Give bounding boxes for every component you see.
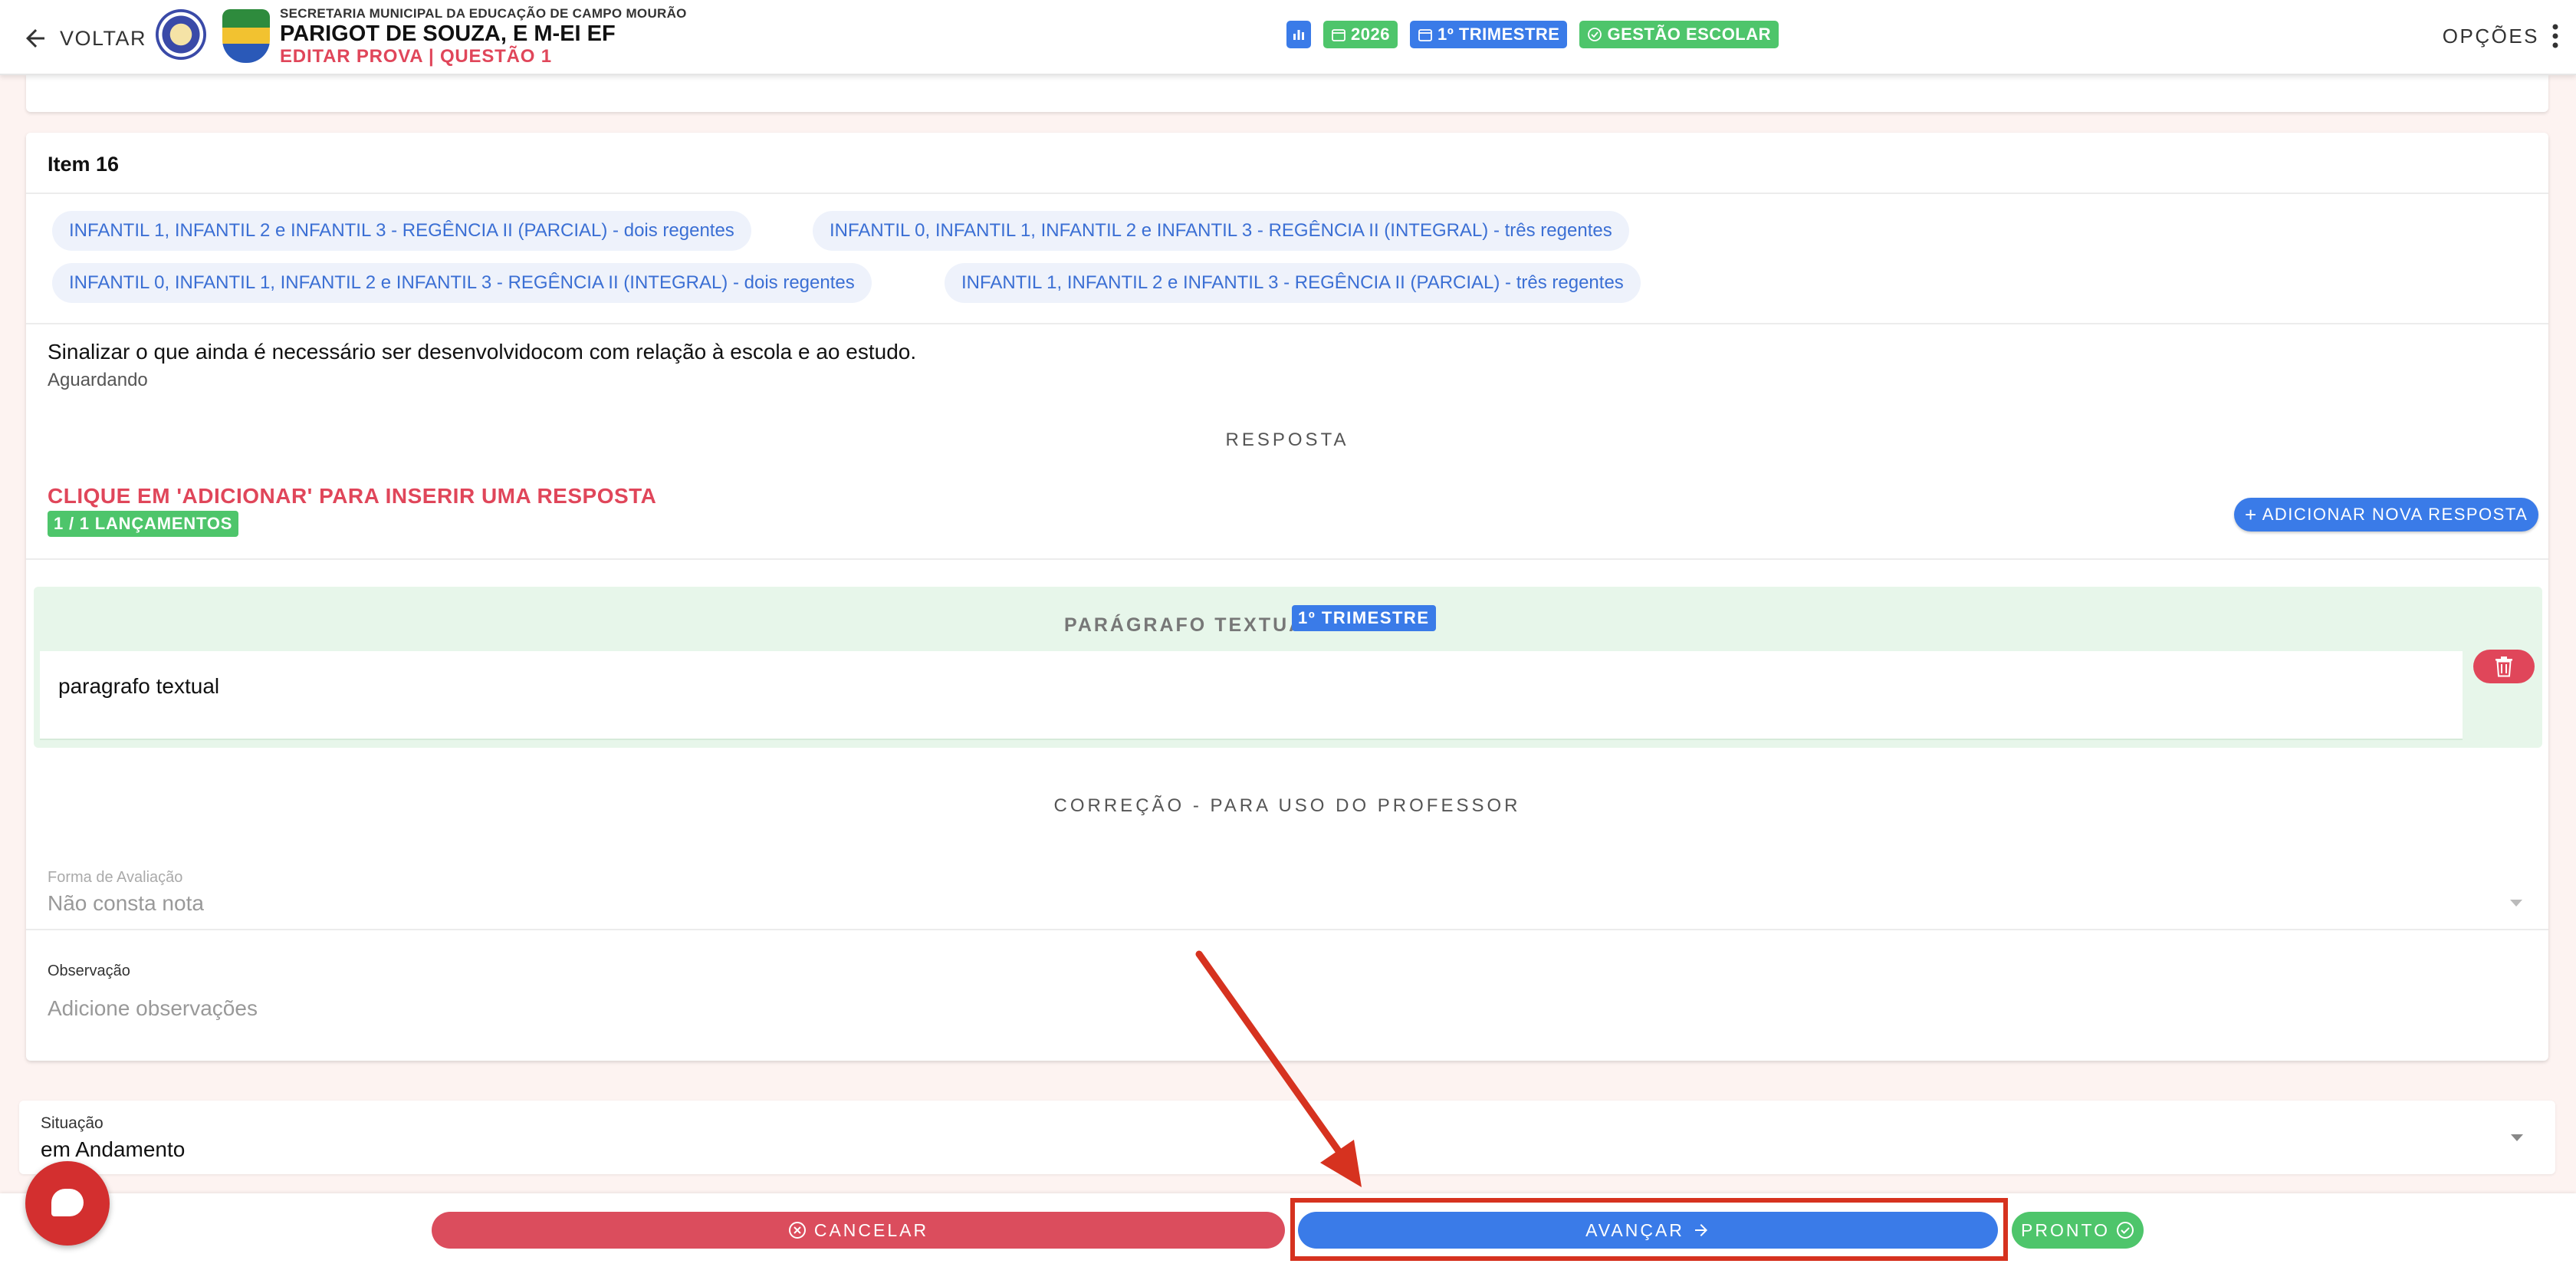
page-subtitle: EDITAR PROVA | QUESTÃO 1 [280,46,552,67]
chevron-down-icon [2510,900,2522,907]
check-circle-icon [2116,1222,2134,1239]
response-heading: RESPOSTA [1225,429,1349,450]
back-label: VOLTAR [60,26,147,50]
options-menu-button[interactable]: OPÇÕES [2443,23,2559,49]
answer-text-field[interactable]: paragrafo textual [40,651,2463,740]
observation-input[interactable]: Adicione observações [48,996,258,1021]
item-card: Item 16 INFANTIL 1, INFANTIL 2 e INFANTI… [26,133,2548,1061]
top-app-bar: VOLTAR SECRETARIA MUNICIPAL DA EDUCAÇÃO … [0,0,2576,75]
options-label: OPÇÕES [2442,24,2539,48]
delete-answer-button[interactable] [2473,650,2535,683]
bottom-action-bar [0,1193,2576,1267]
header-chips: 2026 1º TRIMESTRE GESTÃO ESCOLAR [1286,21,1779,48]
divider [26,558,2548,560]
cancel-label: CANCELAR [813,1219,929,1240]
add-response-label: ADICIONAR NOVA RESPOSTA [2262,505,2528,524]
arrow-left-icon [26,29,44,48]
back-button[interactable]: VOLTAR [21,23,146,54]
situation-value: em Andamento [41,1137,186,1161]
divider [26,323,2548,324]
tag-chip: INFANTIL 1, INFANTIL 2 e INFANTIL 3 - RE… [945,263,1641,303]
year-chip[interactable]: 2026 [1323,21,1398,48]
divider [26,193,2548,194]
answer-text: paragrafo textual [58,674,220,698]
calendar-icon [1332,29,1346,41]
next-label: AVANÇAR [1585,1219,1684,1240]
answer-block: PARÁGRAFO TEXTUAL: 1º TRIMESTRE paragraf… [34,587,2542,748]
previous-card-stub [26,75,2548,112]
secretaria-logo [156,9,206,60]
evaluation-value: Não consta nota [48,891,204,915]
situation-select[interactable]: Situação em Andamento [19,1101,2555,1174]
tag-chip: INFANTIL 0, INFANTIL 1, INFANTIL 2 e INF… [52,263,872,303]
cancel-button[interactable]: CANCELAR [432,1212,1285,1249]
plus-icon: + [2245,503,2258,526]
chevron-down-icon [2511,1134,2523,1141]
gestao-label: GESTÃO ESCOLAR [1607,25,1772,44]
calendar-icon [1418,29,1432,41]
item-title: Item 16 [48,153,120,176]
bar-chart-icon [1293,30,1304,40]
year-label: 2026 [1351,25,1390,44]
add-response-warning: CLIQUE EM 'ADICIONAR' PARA INSERIR UMA R… [48,484,657,508]
divider [26,929,2548,930]
trash-icon [2496,657,2512,677]
school-name: PARIGOT DE SOUZA, E M-EI EF [280,21,616,46]
answer-type-label: PARÁGRAFO TEXTUAL: [1064,614,1328,636]
observation-label: Observação [48,963,130,979]
cancel-circle-icon [788,1222,806,1239]
item-status: Aguardando [48,370,148,390]
chat-button[interactable] [25,1161,110,1246]
next-button[interactable]: AVANÇAR [1298,1212,1998,1249]
term-chip[interactable]: 1º TRIMESTRE [1409,21,1568,48]
arrow-right-icon [1694,1224,1707,1236]
ready-label: PRONTO [2021,1219,2110,1240]
ready-button[interactable]: PRONTO [2012,1212,2144,1249]
answer-term-badge: 1º TRIMESTRE [1292,605,1436,631]
evaluation-label: Forma de Avaliação [48,869,183,886]
more-vert-icon [2552,24,2558,48]
add-response-button[interactable]: + ADICIONAR NOVA RESPOSTA [2234,498,2539,531]
tag-chip: INFANTIL 0, INFANTIL 1, INFANTIL 2 e INF… [813,211,1629,251]
correction-heading: CORREÇÃO - PARA USO DO PROFESSOR [1053,795,1521,816]
gestao-chip[interactable]: GESTÃO ESCOLAR [1579,21,1779,48]
secretaria-name: SECRETARIA MUNICIPAL DA EDUCAÇÃO DE CAMP… [280,6,687,21]
question-text: Sinalizar o que ainda é necessário ser d… [48,340,917,364]
term-label: 1º TRIMESTRE [1437,25,1560,44]
check-circle-icon [1588,28,1602,41]
chat-bubble-icon [51,1189,84,1216]
city-crest-logo [222,9,270,63]
stats-chip[interactable] [1286,21,1311,48]
situation-label: Situação [41,1114,104,1132]
entries-count-badge: 1 / 1 LANÇAMENTOS [48,511,239,537]
header-titles: SECRETARIA MUNICIPAL DA EDUCAÇÃO DE CAMP… [280,6,687,67]
tag-chip: INFANTIL 1, INFANTIL 2 e INFANTIL 3 - RE… [52,211,751,251]
